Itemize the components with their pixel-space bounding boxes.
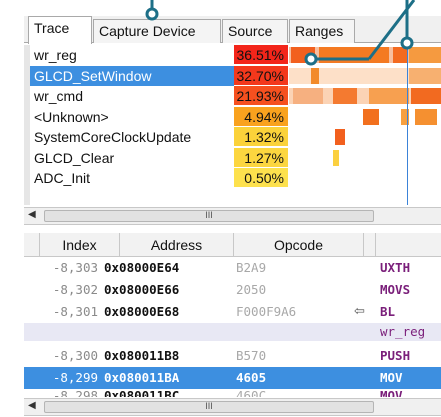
instruction-opcode: 460C: [236, 388, 267, 397]
tab-source[interactable]: Source: [222, 19, 288, 43]
tab-capture-device[interactable]: Capture Device: [93, 19, 221, 43]
tab-ranges[interactable]: Ranges: [289, 19, 355, 43]
function-label: wr_reg: [380, 324, 426, 339]
disassembly-scrollbar[interactable]: ◀ III: [24, 398, 441, 416]
function-percent: 1.27%: [234, 147, 288, 168]
header-spacer: [24, 233, 40, 257]
disassembly-list[interactable]: -8,303 0x08000E64 B2A9 UXTH -8,302 0x08000E66…: [24, 257, 441, 397]
column-header-opcode[interactable]: Opcode: [234, 233, 364, 257]
timeline-segment: [335, 129, 345, 145]
function-name: GLCD_SetWindow: [30, 65, 234, 86]
function-row[interactable]: wr_reg 36.51%: [30, 45, 288, 66]
tab-trace[interactable]: Trace: [28, 16, 92, 44]
instruction-opcode: B570: [236, 348, 267, 363]
instruction-row[interactable]: -8,303 0x08000E64 B2A9 UXTH: [24, 257, 441, 279]
function-percent: 4.94%: [234, 106, 288, 127]
timeline-segment: [311, 67, 319, 84]
instruction-mnemonic: MOV: [380, 388, 403, 397]
timeline-row: [289, 127, 441, 148]
instruction-row[interactable]: -8,302 0x08000E66 2050 MOVS: [24, 279, 441, 301]
timeline-segment: [293, 88, 323, 104]
function-name: ADC_Init: [34, 170, 91, 186]
function-percent: 36.51%: [234, 45, 288, 65]
timeline-segment: [393, 47, 407, 63]
instruction-opcode: B2A9: [236, 260, 267, 275]
timeline-segment: [415, 108, 437, 125]
scroll-left-arrow-icon[interactable]: ◀: [28, 400, 36, 411]
instruction-address: 0x08000E66: [104, 282, 180, 297]
instruction-mnemonic: BL: [380, 304, 396, 319]
instruction-row[interactable]: -8,301 0x08000E68 F000F9A6 ⇦ BL: [24, 301, 441, 323]
scroll-thumb[interactable]: III: [44, 401, 374, 413]
function-percent: 1.32%: [234, 127, 288, 147]
timeline-segment: [333, 149, 339, 166]
branch-arrow-icon: ⇦: [354, 304, 365, 319]
instruction-row[interactable]: -8,298 0x080011BC 460C MOV: [24, 385, 441, 397]
instruction-mnemonic: UXTH: [380, 260, 411, 275]
timeline-segment: [409, 47, 441, 63]
scroll-left-arrow-icon[interactable]: ◀: [28, 209, 36, 220]
timeline-row: [289, 66, 441, 87]
function-row[interactable]: ADC_Init 0.50%: [30, 168, 288, 189]
function-percent: 0.50%: [234, 168, 288, 188]
instruction-mnemonic: PUSH: [380, 348, 411, 363]
function-label-row[interactable]: wr_reg: [24, 323, 441, 341]
timeline-segment: [363, 108, 379, 125]
instruction-index: -8,298: [52, 388, 98, 397]
timeline-segment: [333, 88, 357, 104]
timeline-chart[interactable]: [289, 45, 441, 205]
instruction-address: 0x080011B8: [104, 348, 180, 363]
function-row[interactable]: <Unknown> 4.94%: [30, 106, 288, 128]
instruction-opcode: 2050: [236, 282, 267, 297]
instruction-index: -8,302: [52, 282, 98, 297]
timeline-segment: [319, 47, 389, 63]
instruction-address: 0x080011BC: [104, 388, 180, 397]
function-row[interactable]: GLCD_Clear 1.27%: [30, 147, 288, 169]
instruction-row[interactable]: -8,300 0x080011B8 B570 PUSH: [24, 345, 441, 367]
function-name: wr_reg: [34, 47, 77, 63]
column-header-spacer: [364, 233, 376, 257]
column-header-index[interactable]: Index: [40, 233, 120, 257]
function-name: SystemCoreClockUpdate: [34, 129, 192, 145]
timeline-row: [289, 45, 441, 66]
disassembly-header: Index Address Opcode: [24, 233, 441, 257]
timeline-row: [289, 107, 441, 128]
instruction-address: 0x08000E68: [104, 304, 180, 319]
timeline-cursor[interactable]: [407, 45, 408, 205]
instruction-index: -8,301: [52, 304, 98, 319]
function-list: wr_reg 36.51% GLCD_SetWindow 32.70% wr_cmd 21…: [30, 45, 288, 189]
scroll-thumb[interactable]: III: [44, 210, 374, 222]
instruction-address: 0x08000E64: [104, 260, 180, 275]
function-list-scrollbar[interactable]: ◀ III: [24, 207, 441, 225]
function-percent: 32.70%: [234, 65, 288, 86]
timeline-segment: [411, 88, 441, 104]
function-row[interactable]: SystemCoreClockUpdate 1.32%: [30, 127, 288, 148]
timeline-row: [289, 86, 441, 107]
timeline-segment: [291, 47, 315, 63]
function-name: <Unknown>: [34, 108, 109, 125]
instruction-index: -8,303: [52, 260, 98, 275]
tab-bar: Trace Capture Device Source Ranges: [24, 16, 441, 44]
timeline-segment: [369, 88, 409, 104]
column-header-address[interactable]: Address: [120, 233, 234, 257]
instruction-opcode: F000F9A6: [236, 304, 297, 319]
function-name: wr_cmd: [34, 88, 84, 104]
timeline-row: [289, 148, 441, 169]
instruction-mnemonic: MOVS: [380, 282, 411, 297]
function-percent: 21.93%: [234, 86, 288, 106]
timeline-row: [289, 168, 441, 189]
function-row[interactable]: GLCD_SetWindow 32.70%: [30, 65, 288, 86]
instruction-index: -8,300: [52, 348, 98, 363]
timeline-segment: [409, 67, 441, 84]
function-name: GLCD_Clear: [34, 149, 115, 166]
function-row[interactable]: wr_cmd 21.93%: [30, 86, 288, 107]
